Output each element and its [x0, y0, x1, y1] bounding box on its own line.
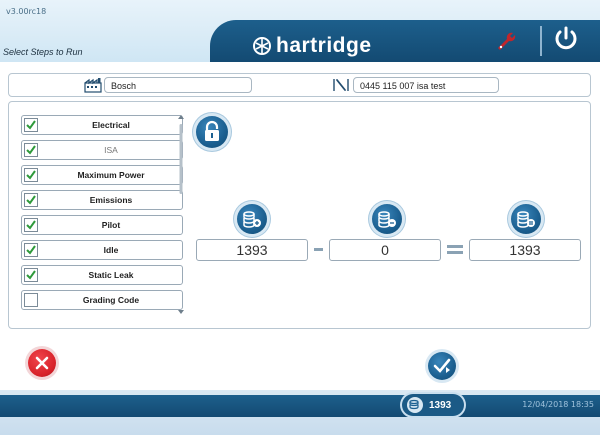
- available-value: 1393: [196, 239, 308, 261]
- padlock-icon: [205, 120, 219, 141]
- checkmark-icon: [26, 195, 36, 205]
- manufacturer-field[interactable]: Bosch: [104, 77, 252, 93]
- step-emissions[interactable]: Emissions: [21, 190, 183, 210]
- header-separator: [540, 26, 542, 56]
- hartridge-logo: hartridge: [252, 34, 372, 58]
- close-icon: [35, 356, 49, 370]
- power-icon[interactable]: [552, 24, 580, 52]
- minus-sign: [314, 248, 323, 251]
- step-label: Electrical: [92, 120, 130, 130]
- step-label: ISA: [104, 145, 118, 155]
- step-static-leak[interactable]: Static Leak: [21, 265, 183, 285]
- scroll-down-icon[interactable]: [178, 310, 184, 314]
- step-label: Pilot: [101, 220, 121, 230]
- step-checkbox[interactable]: [24, 293, 38, 307]
- step-checkbox[interactable]: [24, 193, 38, 207]
- equals-sign-bottom: [447, 251, 463, 254]
- steps-scrollbar[interactable]: [176, 112, 186, 317]
- step-isa[interactable]: ISA: [21, 140, 183, 160]
- scroll-thumb[interactable]: [179, 124, 183, 194]
- checkmark-icon: [26, 120, 36, 130]
- padlock-button[interactable]: [196, 116, 228, 148]
- checkmark-icon: [26, 145, 36, 155]
- footer-band: [0, 395, 600, 417]
- step-checkbox[interactable]: [24, 143, 38, 157]
- step-checkbox[interactable]: [24, 118, 38, 132]
- coins-icon: [407, 397, 423, 413]
- deduction-value: 0: [329, 239, 441, 261]
- equals-sign-top: [447, 245, 463, 248]
- injector-icon: [333, 79, 349, 91]
- coins-out-button[interactable]: [372, 204, 402, 234]
- step-idle[interactable]: Idle: [21, 240, 183, 260]
- cancel-button[interactable]: [28, 349, 56, 377]
- wrench-icon[interactable]: [494, 28, 520, 54]
- result-value: 1393: [469, 239, 581, 261]
- checkmark-icon: [26, 170, 36, 180]
- step-maximum-power[interactable]: Maximum Power: [21, 165, 183, 185]
- step-checkbox[interactable]: [24, 218, 38, 232]
- step-checkbox[interactable]: [24, 168, 38, 182]
- coins-in-button[interactable]: [237, 204, 267, 234]
- step-label: Maximum Power: [77, 170, 145, 180]
- logo-wordmark: hartridge: [276, 34, 372, 57]
- datetime-label: 12/04/2018 18:35: [522, 400, 594, 409]
- coin-count: 1393: [429, 399, 452, 411]
- factory-icon: [84, 78, 102, 93]
- coins-stack-icon: [517, 211, 535, 228]
- step-checkbox[interactable]: [24, 268, 38, 282]
- scroll-up-icon[interactable]: [178, 115, 184, 119]
- coin-count-badge: 1393: [402, 394, 464, 416]
- step-label: Idle: [103, 245, 119, 255]
- check-run-icon: [433, 358, 451, 373]
- confirm-run-button[interactable]: [428, 352, 456, 380]
- coins-total-button[interactable]: [511, 204, 541, 234]
- step-grading-code[interactable]: Grading Code: [21, 290, 183, 310]
- step-pilot[interactable]: Pilot: [21, 215, 183, 235]
- checkmark-icon: [26, 220, 36, 230]
- checkmark-icon: [26, 245, 36, 255]
- step-checkbox[interactable]: [24, 243, 38, 257]
- page-title: Select Steps to Run: [3, 47, 83, 57]
- part-number-field[interactable]: 0445 115 007 isa test: [353, 77, 499, 93]
- step-label: Grading Code: [82, 295, 140, 305]
- coins-stack-icon: [378, 211, 396, 228]
- version-label: v3.00rc18: [6, 7, 47, 16]
- step-label: Static Leak: [88, 270, 134, 280]
- coins-stack-icon: [243, 211, 261, 228]
- step-electrical[interactable]: Electrical: [21, 115, 183, 135]
- hartridge-logo-icon: [253, 37, 271, 55]
- step-label: Emissions: [89, 195, 133, 205]
- checkmark-icon: [26, 270, 36, 280]
